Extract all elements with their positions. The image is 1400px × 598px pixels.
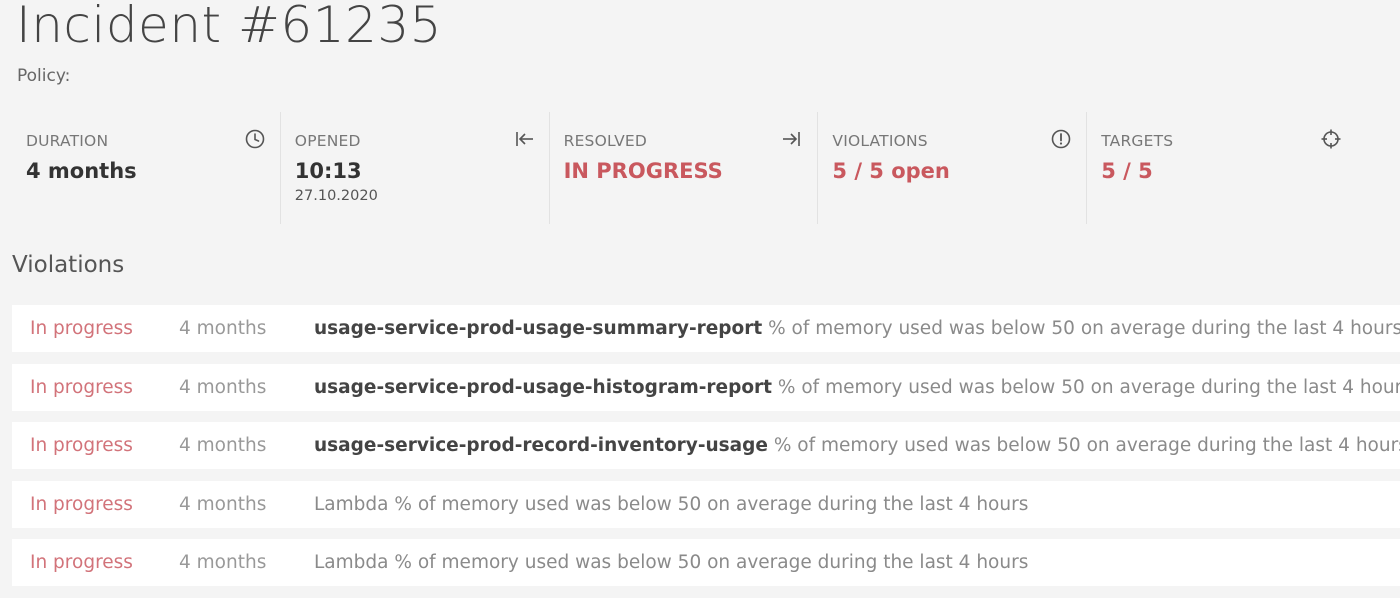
crosshair-icon bbox=[1320, 128, 1342, 150]
violation-description: Lambda % of memory used was below 50 on … bbox=[314, 552, 1028, 573]
violations-section-title: Violations bbox=[12, 252, 125, 278]
alert-circle-icon bbox=[1050, 128, 1072, 150]
violation-message: Lambda % of memory used was below 50 on … bbox=[314, 552, 1029, 573]
violation-message: Lambda % of memory used was below 50 on … bbox=[314, 493, 1029, 515]
stat-sub-date: 27.10.2020 bbox=[294, 188, 378, 204]
violations-list: In progress 4 months usage-service-prod-… bbox=[12, 305, 1400, 598]
violation-description: Lambda % of memory used was below 50 on … bbox=[314, 494, 1028, 515]
stat-resolved: RESOLVED IN PROGRESS bbox=[550, 112, 819, 224]
stat-duration: DURATION 4 months bbox=[12, 112, 281, 224]
stat-label: RESOLVED bbox=[563, 132, 648, 150]
page-title: Incident #61235 bbox=[16, 0, 442, 54]
violation-status: In progress bbox=[30, 435, 133, 456]
stat-opened: OPENED 10:13 27.10.2020 bbox=[281, 112, 550, 224]
violation-row[interactable]: In progress 4 months usage-service-prod-… bbox=[12, 422, 1400, 469]
stat-label: VIOLATIONS bbox=[832, 132, 928, 150]
stat-targets: TARGETS 5 / 5 bbox=[1087, 112, 1356, 224]
violation-description: usage-service-prod-record-inventory-usag… bbox=[314, 435, 1400, 456]
violation-status: In progress bbox=[30, 493, 133, 515]
violation-row[interactable]: In progress 4 months Lambda % of memory … bbox=[12, 480, 1400, 528]
stat-violations: VIOLATIONS 5 / 5 open bbox=[818, 112, 1088, 224]
violation-message: % of memory used was below 50 on average… bbox=[762, 318, 1400, 339]
violation-target[interactable]: usage-service-prod-usage-histogram-repor… bbox=[314, 377, 772, 398]
clock-icon bbox=[244, 128, 266, 150]
violation-status: In progress bbox=[30, 376, 133, 398]
stat-label: OPENED bbox=[294, 132, 361, 150]
stat-value: IN PROGRESS bbox=[563, 159, 723, 183]
violation-message: % of memory used was below 50 on average… bbox=[772, 376, 1400, 398]
policy-label: Policy: bbox=[17, 66, 71, 86]
violation-target[interactable]: usage-service-prod-record-inventory-usag… bbox=[314, 435, 768, 456]
violation-status: In progress bbox=[30, 318, 133, 339]
violation-status: In progress bbox=[30, 552, 133, 573]
violation-duration: 4 months bbox=[179, 493, 267, 515]
stat-value: 5 / 5 open bbox=[832, 159, 950, 183]
violation-duration: 4 months bbox=[179, 435, 267, 456]
arrow-right-bar-icon bbox=[781, 128, 803, 150]
violation-description: usage-service-prod-usage-summary-report … bbox=[314, 318, 1400, 339]
incident-summary-stats: DURATION 4 months OPENED 10:13 27.10.202… bbox=[12, 112, 1356, 224]
stat-label: DURATION bbox=[26, 132, 109, 150]
violation-duration: 4 months bbox=[179, 318, 267, 339]
stat-value: 4 months bbox=[26, 159, 137, 183]
stat-label: TARGETS bbox=[1101, 132, 1174, 150]
stat-value: 10:13 bbox=[294, 159, 362, 183]
violation-target[interactable]: usage-service-prod-usage-summary-report bbox=[314, 318, 762, 339]
violation-row[interactable]: In progress 4 months Lambda % of memory … bbox=[12, 539, 1400, 586]
arrow-left-bar-icon bbox=[513, 128, 535, 150]
violation-description: usage-service-prod-usage-histogram-repor… bbox=[314, 377, 1400, 398]
violation-duration: 4 months bbox=[179, 552, 267, 573]
violation-row[interactable]: In progress 4 months usage-service-prod-… bbox=[12, 305, 1400, 352]
violation-row[interactable]: In progress 4 months usage-service-prod-… bbox=[12, 363, 1400, 411]
stat-value: 5 / 5 bbox=[1101, 159, 1153, 183]
violation-duration: 4 months bbox=[179, 376, 267, 398]
violation-message: % of memory used was below 50 on average… bbox=[767, 435, 1400, 456]
